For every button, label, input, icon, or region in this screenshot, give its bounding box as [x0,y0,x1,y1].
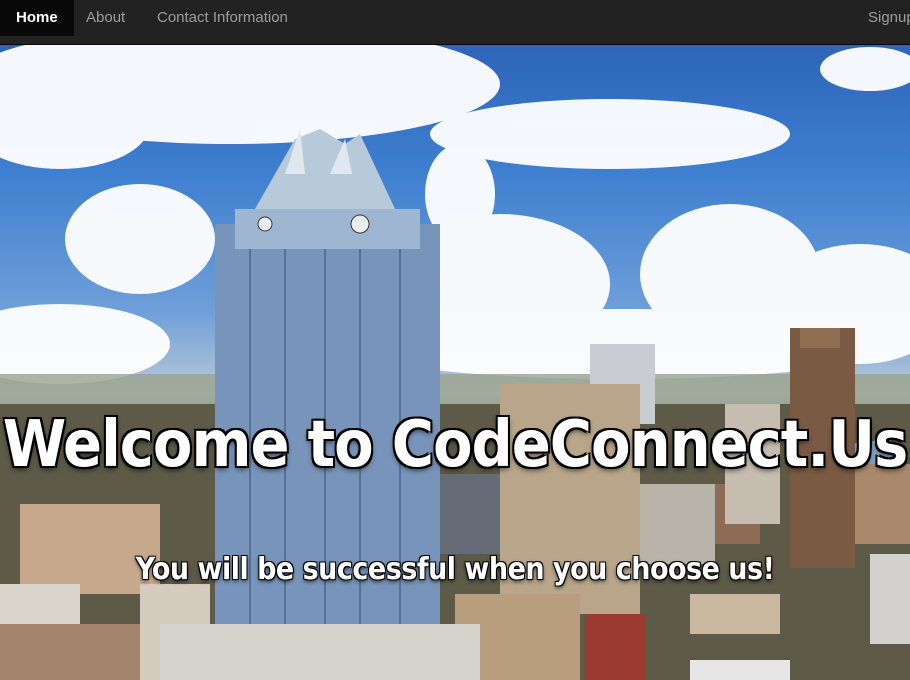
nav-signup-link[interactable]: Signup [868,0,910,36]
nav-contact-link[interactable]: Contact Information [157,0,288,36]
hero-banner: Welcome to CodeConnect.Us You will be su… [0,44,910,680]
top-navbar: Home About Contact Information Signup [0,0,910,45]
hero-subtitle: You will be successful when you choose u… [135,552,775,587]
nav-home-link[interactable]: Home [0,0,74,36]
hero-title: Welcome to CodeConnect.Us [2,408,908,482]
nav-about-link[interactable]: About [86,0,125,36]
